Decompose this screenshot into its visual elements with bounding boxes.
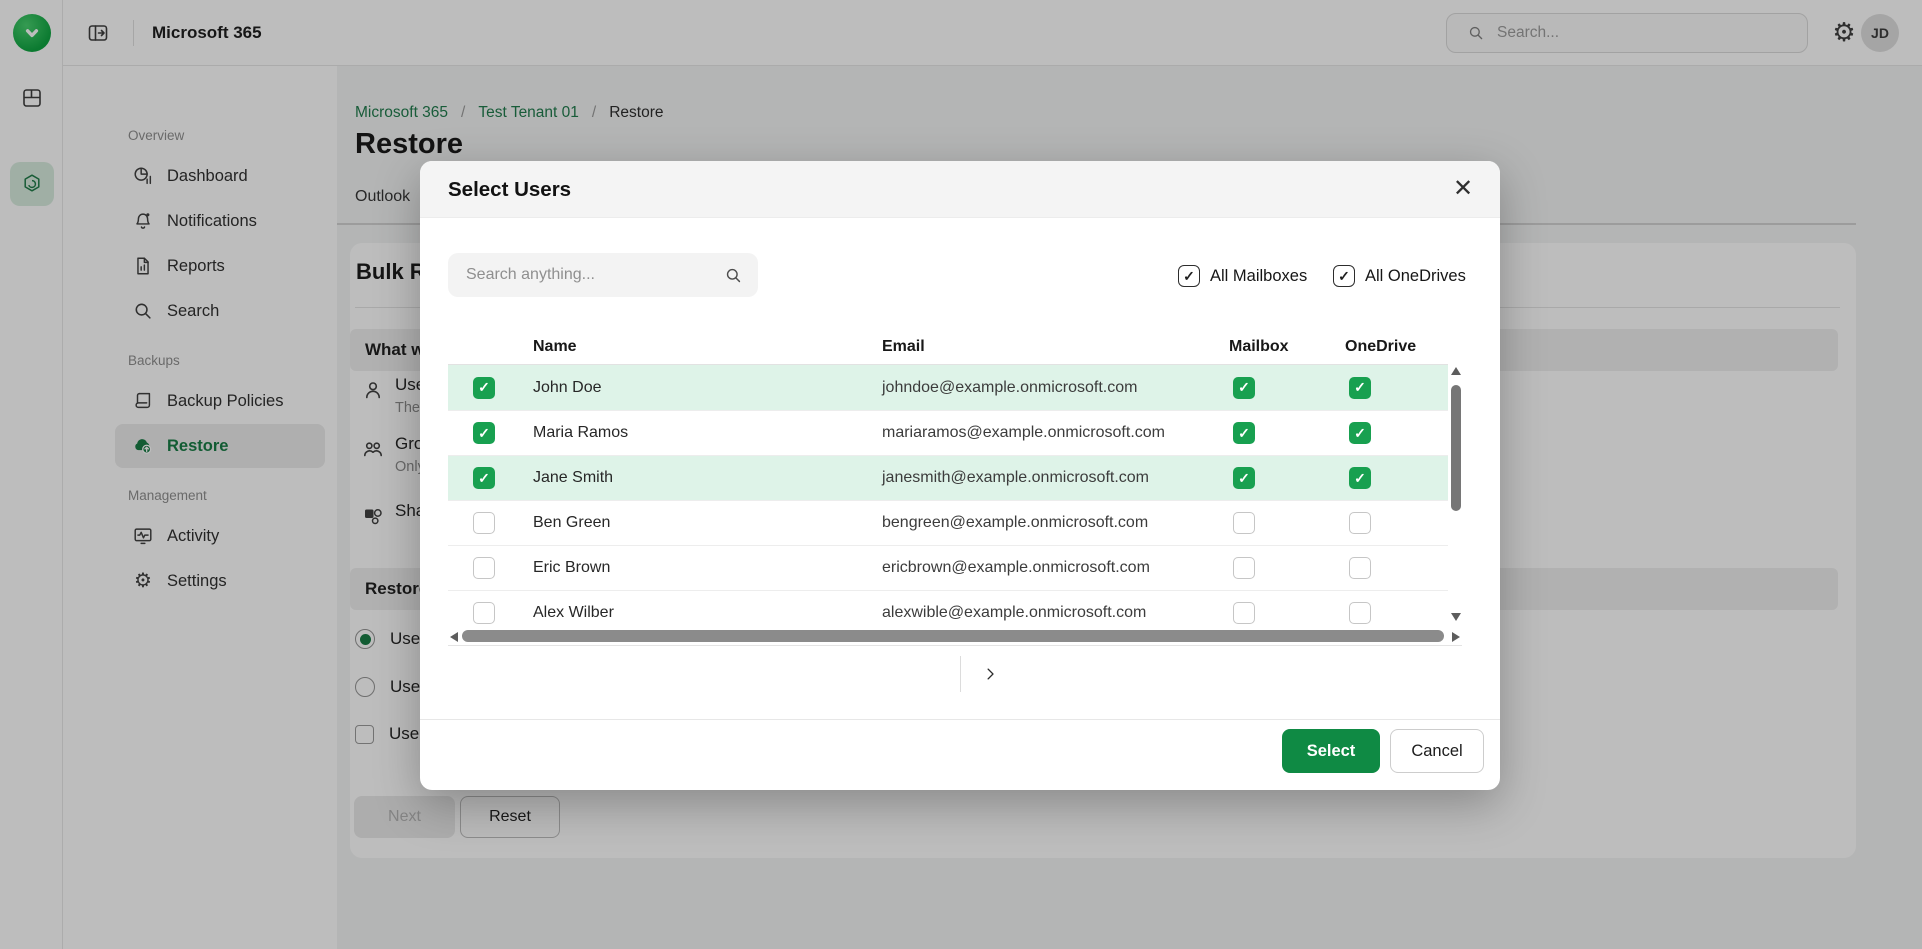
- table-row[interactable]: Eric Brown ericbrown@example.onmicrosoft…: [448, 545, 1448, 590]
- onedrive-checkbox[interactable]: [1349, 602, 1371, 624]
- all-mailboxes-filter[interactable]: All Mailboxes: [1178, 265, 1307, 287]
- close-icon[interactable]: ✕: [1450, 176, 1476, 202]
- onedrive-checkbox[interactable]: [1349, 422, 1371, 444]
- mailbox-checkbox[interactable]: [1233, 422, 1255, 444]
- user-name: Maria Ramos: [533, 424, 882, 442]
- row-select-checkbox[interactable]: [473, 467, 495, 489]
- vertical-scrollbar[interactable]: [1450, 365, 1462, 631]
- user-table: John Doe johndoe@example.onmicrosoft.com…: [448, 365, 1448, 631]
- dialog-title: Select Users: [448, 161, 571, 218]
- user-name: Alex Wilber: [533, 604, 882, 622]
- pagination-next-button[interactable]: [972, 656, 1008, 692]
- table-header: Name Email Mailbox OneDrive: [448, 330, 1448, 365]
- all-onedrives-filter[interactable]: All OneDrives: [1333, 265, 1466, 287]
- horizontal-scrollbar[interactable]: [448, 628, 1462, 646]
- table-row[interactable]: John Doe johndoe@example.onmicrosoft.com: [448, 365, 1448, 410]
- scroll-down-icon[interactable]: [1451, 613, 1461, 621]
- mailbox-checkbox[interactable]: [1233, 557, 1255, 579]
- column-email: Email: [882, 338, 1229, 356]
- user-email: johndoe@example.onmicrosoft.com: [882, 379, 1229, 397]
- dialog-search-input[interactable]: [448, 253, 758, 297]
- row-select-checkbox[interactable]: [473, 377, 495, 399]
- row-select-checkbox[interactable]: [473, 557, 495, 579]
- user-email: bengreen@example.onmicrosoft.com: [882, 514, 1229, 532]
- mailbox-checkbox[interactable]: [1233, 467, 1255, 489]
- scroll-up-icon[interactable]: [1451, 367, 1461, 375]
- mailbox-checkbox[interactable]: [1233, 602, 1255, 624]
- column-onedrive: OneDrive: [1345, 338, 1448, 356]
- user-email: mariaramos@example.onmicrosoft.com: [882, 424, 1229, 442]
- user-name: Ben Green: [533, 514, 882, 532]
- onedrive-checkbox[interactable]: [1349, 557, 1371, 579]
- column-mailbox: Mailbox: [1229, 338, 1345, 356]
- mailbox-checkbox[interactable]: [1233, 377, 1255, 399]
- mailbox-checkbox[interactable]: [1233, 512, 1255, 534]
- column-name: Name: [533, 338, 882, 356]
- pagination-divider: [960, 656, 961, 692]
- row-select-checkbox[interactable]: [473, 602, 495, 624]
- user-email: janesmith@example.onmicrosoft.com: [882, 469, 1229, 487]
- onedrive-checkbox[interactable]: [1349, 377, 1371, 399]
- row-select-checkbox[interactable]: [473, 422, 495, 444]
- dialog-search[interactable]: [448, 253, 758, 297]
- user-email: alexwible@example.onmicrosoft.com: [882, 604, 1229, 622]
- all-mailboxes-checkbox[interactable]: [1178, 265, 1200, 287]
- row-select-checkbox[interactable]: [473, 512, 495, 534]
- scroll-right-icon[interactable]: [1452, 632, 1460, 642]
- horizontal-scrollbar-thumb[interactable]: [462, 630, 1444, 642]
- table-row[interactable]: Maria Ramos mariaramos@example.onmicroso…: [448, 410, 1448, 455]
- user-name: Jane Smith: [533, 469, 882, 487]
- user-name: John Doe: [533, 379, 882, 397]
- cancel-button[interactable]: Cancel: [1390, 729, 1484, 773]
- user-name: Eric Brown: [533, 559, 882, 577]
- table-row[interactable]: Ben Green bengreen@example.onmicrosoft.c…: [448, 500, 1448, 545]
- user-email: ericbrown@example.onmicrosoft.com: [882, 559, 1229, 577]
- scroll-left-icon[interactable]: [450, 632, 458, 642]
- select-users-dialog: Select Users ✕ All Mailboxes All OneDriv…: [420, 161, 1500, 790]
- search-icon: [724, 266, 743, 285]
- select-button[interactable]: Select: [1282, 729, 1380, 773]
- footer-divider: [420, 719, 1500, 720]
- app-window: Microsoft 365 ⚙ JD Overview Dashboard No…: [0, 0, 1922, 949]
- dialog-header: Select Users ✕: [420, 161, 1500, 218]
- table-row[interactable]: Jane Smith janesmith@example.onmicrosoft…: [448, 455, 1448, 500]
- onedrive-checkbox[interactable]: [1349, 512, 1371, 534]
- chevron-right-icon: [981, 665, 999, 683]
- onedrive-checkbox[interactable]: [1349, 467, 1371, 489]
- all-onedrives-checkbox[interactable]: [1333, 265, 1355, 287]
- vertical-scrollbar-thumb[interactable]: [1451, 385, 1461, 511]
- table-row[interactable]: Alex Wilber alexwible@example.onmicrosof…: [448, 590, 1448, 631]
